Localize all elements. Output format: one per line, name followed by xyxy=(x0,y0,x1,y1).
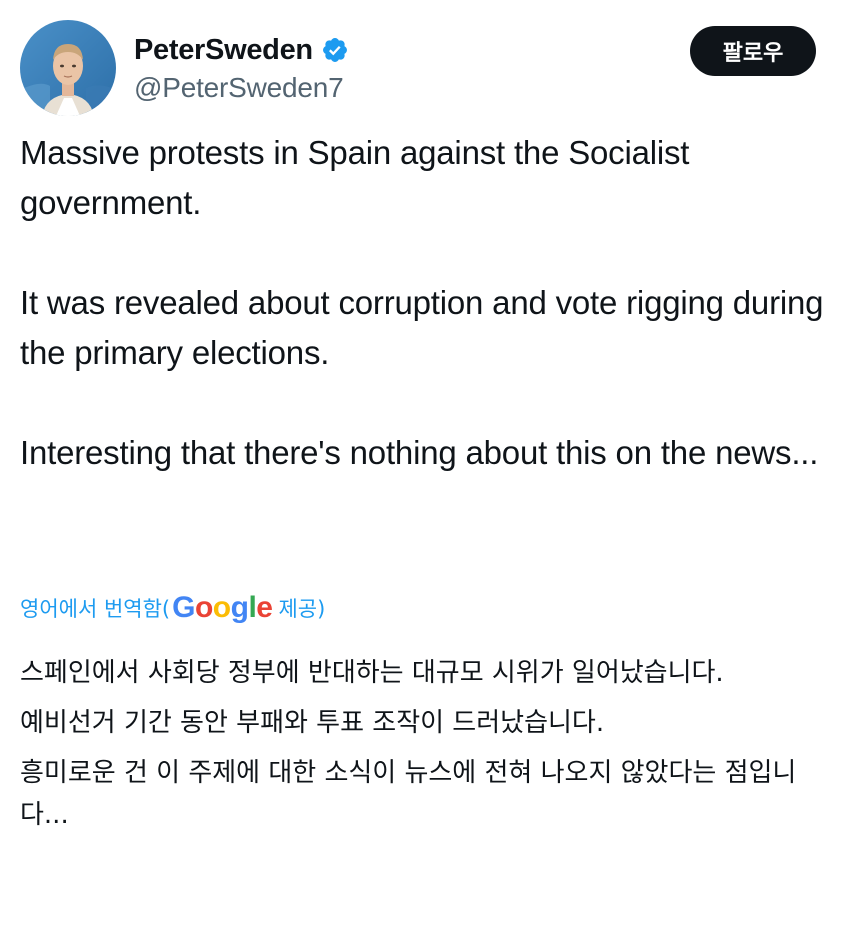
tweet-header: PeterSweden @PeterSweden7 팔로우 xyxy=(20,20,830,120)
user-name-block: PeterSweden @PeterSweden7 xyxy=(134,32,349,104)
tweet-paragraph: Interesting that there's nothing about t… xyxy=(20,434,819,471)
tweet-text: Massive protests in Spain against the So… xyxy=(20,128,835,478)
avatar[interactable] xyxy=(20,20,116,116)
google-letter: g xyxy=(230,591,249,624)
google-letter: o xyxy=(212,591,231,624)
profile-photo-icon xyxy=(20,20,116,116)
translated-text: 스페인에서 사회당 정부에 반대하는 대규모 시위가 일어났습니다. 예비선거 … xyxy=(20,652,835,836)
follow-button[interactable]: 팔로우 xyxy=(690,26,816,76)
translated-paragraph: 흥미로운 건 이 주제에 대한 소식이 뉴스에 전혀 나오지 않았다는 점입니다… xyxy=(20,758,797,830)
translation-suffix: 제공) xyxy=(278,597,326,621)
google-wordmark: Google xyxy=(172,591,273,625)
translated-paragraph: 예비선거 기간 동안 부패와 투표 조작이 드러났습니다. xyxy=(20,708,605,738)
translation-attribution-link[interactable]: 영어에서 번역함( Google 제공) xyxy=(20,586,325,630)
google-letter: l xyxy=(248,591,257,624)
google-letter: e xyxy=(256,591,273,624)
google-logo: Google xyxy=(172,591,273,625)
translated-paragraph: 스페인에서 사회당 정부에 반대하는 대규모 시위가 일어났습니다. xyxy=(20,658,724,688)
google-letter: G xyxy=(172,591,195,624)
google-letter: o xyxy=(194,591,213,624)
user-handle[interactable]: @PeterSweden7 xyxy=(134,72,349,104)
translation-prefix: 영어에서 번역함( xyxy=(20,597,171,621)
verified-badge-icon xyxy=(322,38,347,62)
display-name-row: PeterSweden xyxy=(134,32,349,68)
tweet-paragraph: Massive protests in Spain against the So… xyxy=(20,134,690,221)
tweet-paragraph: It was revealed about corruption and vot… xyxy=(20,284,824,371)
display-name[interactable]: PeterSweden xyxy=(134,34,313,67)
